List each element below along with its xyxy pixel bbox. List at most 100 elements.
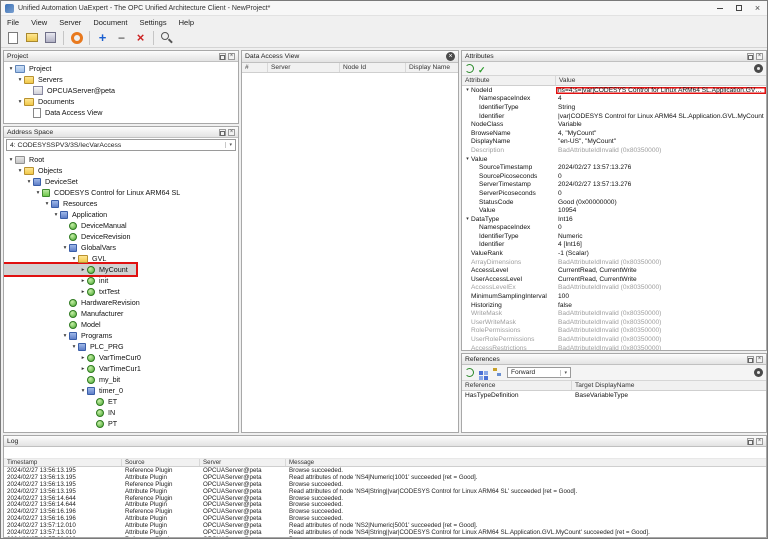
collapse-icon[interactable]: ▾ <box>70 344 78 350</box>
ua-connection-button[interactable] <box>68 29 85 46</box>
attribute-row[interactable]: NamespaceIndex0 <box>462 224 766 233</box>
collapse-icon[interactable]: ▾ <box>16 77 24 83</box>
tree-item-pt[interactable]: PT <box>4 418 125 429</box>
close-panel-icon[interactable] <box>228 53 235 60</box>
tree-item-my-bit[interactable]: my_bit <box>4 374 128 385</box>
filter-icon[interactable] <box>479 371 483 375</box>
attribute-row[interactable]: AccessLevelExBadAttributeIdInvalid (0x80… <box>462 284 766 293</box>
refresh-icon[interactable] <box>465 368 474 377</box>
log-row[interactable]: 2024/02/27 13:56:13.195Attribute PluginO… <box>4 488 766 495</box>
column-header-display-name[interactable]: Display Name <box>406 63 458 72</box>
column-header-timestamp[interactable]: Timestamp <box>4 459 122 466</box>
attribute-row[interactable]: IdentifierTypeNumeric <box>462 232 766 241</box>
column-header-target-displayname[interactable]: Target DisplayName <box>572 381 766 390</box>
find-node-button[interactable] <box>158 29 175 46</box>
tree-item-vartimecur0[interactable]: ▸VarTimeCur0 <box>4 352 149 363</box>
menu-item-server[interactable]: Server <box>53 16 87 28</box>
attribute-row[interactable]: ServerTimestamp2024/02/27 13:57:13.276 <box>462 181 766 190</box>
close-panel-icon[interactable] <box>756 356 763 363</box>
log-row[interactable]: 2024/02/27 13:56:13.195Reference PluginO… <box>4 481 766 488</box>
tree-item-data-access-view[interactable]: Data Access View <box>4 107 110 118</box>
attribute-row[interactable]: AccessRestrictionsBadAttributeIdInvalid … <box>462 344 766 351</box>
column-header-attribute[interactable]: Attribute <box>462 76 556 85</box>
attribute-row[interactable]: DisplayName"en-US", "MyCount" <box>462 138 766 147</box>
open-project-button[interactable] <box>23 29 40 46</box>
attribute-row[interactable]: MinimumSamplingInterval100 <box>462 292 766 301</box>
collapse-icon[interactable]: ▾ <box>16 99 24 105</box>
close-panel-icon[interactable] <box>756 53 763 60</box>
expand-icon[interactable]: ▸ <box>79 278 87 284</box>
menu-item-help[interactable]: Help <box>173 16 200 28</box>
log-row[interactable]: 2024/02/27 13:57:13.010Attribute PluginO… <box>4 529 766 536</box>
tree-item-manufacturer[interactable]: Manufacturer <box>4 308 131 319</box>
attribute-row[interactable]: RolePermissionsBadAttributeIdInvalid (0x… <box>462 327 766 336</box>
attribute-row[interactable]: IdentifierTypeString <box>462 103 766 112</box>
minimize-button[interactable] <box>710 1 729 15</box>
attribute-row[interactable]: NodeClassVariable <box>462 120 766 129</box>
menu-item-view[interactable]: View <box>25 16 53 28</box>
attribute-row[interactable]: ▾Value <box>462 155 766 164</box>
attribute-row[interactable]: WriteMaskBadAttributeIdInvalid (0x803500… <box>462 309 766 318</box>
log-row[interactable]: 2024/02/27 13:57:12.010Attribute PluginO… <box>4 522 766 529</box>
tree-item-deviceset[interactable]: ▾DeviceSet <box>4 176 86 187</box>
tab-data-access-view[interactable]: Data Access View <box>245 53 299 60</box>
column-header-source[interactable]: Source <box>122 459 200 466</box>
direction-dropdown[interactable]: Forward ▾ <box>507 367 571 378</box>
attribute-row[interactable]: SourcePicoseconds0 <box>462 172 766 181</box>
tree-item-application[interactable]: ▾Application <box>4 209 115 220</box>
attribute-row[interactable]: SourceTimestamp2024/02/27 13:57:13.276 <box>462 163 766 172</box>
tree-item-resources[interactable]: ▾Resources <box>4 198 105 209</box>
log-row[interactable]: 2024/02/27 13:56:16.196Reference PluginO… <box>4 508 766 515</box>
collapse-icon[interactable]: ▾ <box>61 333 69 339</box>
collapse-icon[interactable]: ▾ <box>52 212 60 218</box>
attribute-row[interactable]: Identifier|var|CODESYS Control for Linux… <box>462 112 766 121</box>
data-access-view-body[interactable] <box>242 73 458 433</box>
menu-item-document[interactable]: Document <box>87 16 133 28</box>
float-panel-icon[interactable] <box>219 129 226 136</box>
attribute-row[interactable]: ArrayDimensionsBadAttributeIdInvalid (0x… <box>462 258 766 267</box>
log-row[interactable]: 2024/02/27 13:56:13.195Attribute PluginO… <box>4 474 766 481</box>
save-project-button[interactable] <box>42 29 59 46</box>
close-panel-icon[interactable] <box>756 438 763 445</box>
namespace-filter-dropdown[interactable]: 4: CODESYSSPV3/3S/IecVarAccess ▾ <box>6 139 236 151</box>
close-tab-icon[interactable] <box>446 52 455 61</box>
maximize-button[interactable] <box>729 1 748 15</box>
new-document-button[interactable] <box>4 29 21 46</box>
tree-item-programs[interactable]: ▾Programs <box>4 330 120 341</box>
log-row[interactable]: 2024/02/27 13:56:14.644Reference PluginO… <box>4 495 766 502</box>
collapse-icon[interactable]: ▾ <box>464 216 471 222</box>
tree-item-txttest[interactable]: ▸txtTest <box>4 286 128 297</box>
collapse-icon[interactable]: ▾ <box>79 388 87 394</box>
tree-item-project[interactable]: ▾Project <box>4 63 59 74</box>
menu-item-file[interactable]: File <box>1 16 25 28</box>
menu-item-settings[interactable]: Settings <box>134 16 173 28</box>
settings-icon[interactable] <box>754 64 763 73</box>
add-server-button[interactable] <box>94 29 111 46</box>
tree-item-servers[interactable]: ▾Servers <box>4 74 71 85</box>
float-panel-icon[interactable] <box>219 53 226 60</box>
collapse-icon[interactable]: ▾ <box>25 179 33 185</box>
attribute-row[interactable]: NamespaceIndex4 <box>462 95 766 104</box>
tree-item-in[interactable]: IN <box>4 407 123 418</box>
column-header-message[interactable]: Message <box>286 459 766 466</box>
attribute-row[interactable]: StatusCodeGood (0x00000000) <box>462 198 766 207</box>
refresh-icon[interactable] <box>465 64 474 73</box>
tree-item-gvl[interactable]: ▾GVL <box>4 253 114 264</box>
float-panel-icon[interactable] <box>747 53 754 60</box>
collapse-icon[interactable]: ▾ <box>464 156 471 162</box>
attribute-row[interactable]: UserWriteMaskBadAttributeIdInvalid (0x80… <box>462 318 766 327</box>
tree-item-devicerevision[interactable]: DeviceRevision <box>4 231 139 242</box>
tree-item-init[interactable]: ▸init <box>4 275 116 286</box>
column-header-node-id[interactable]: Node Id <box>340 63 406 72</box>
column-header-reference[interactable]: Reference <box>462 381 572 390</box>
attribute-row[interactable]: UserRolePermissionsBadAttributeIdInvalid… <box>462 335 766 344</box>
collapse-icon[interactable]: ▾ <box>16 168 24 174</box>
collapse-icon[interactable]: ▾ <box>70 256 78 262</box>
expand-icon[interactable]: ▸ <box>79 289 87 295</box>
reference-row[interactable]: HasTypeDefinitionBaseVariableType <box>462 391 766 400</box>
attribute-row[interactable]: Value10954 <box>462 206 766 215</box>
tree-item-model[interactable]: Model <box>4 319 109 330</box>
tree-item-plc-prg[interactable]: ▾PLC_PRG <box>4 341 132 352</box>
tree-item-opcuaserver-peta[interactable]: OPCUAServer@peta <box>4 85 123 96</box>
collapse-icon[interactable]: ▾ <box>43 201 51 207</box>
